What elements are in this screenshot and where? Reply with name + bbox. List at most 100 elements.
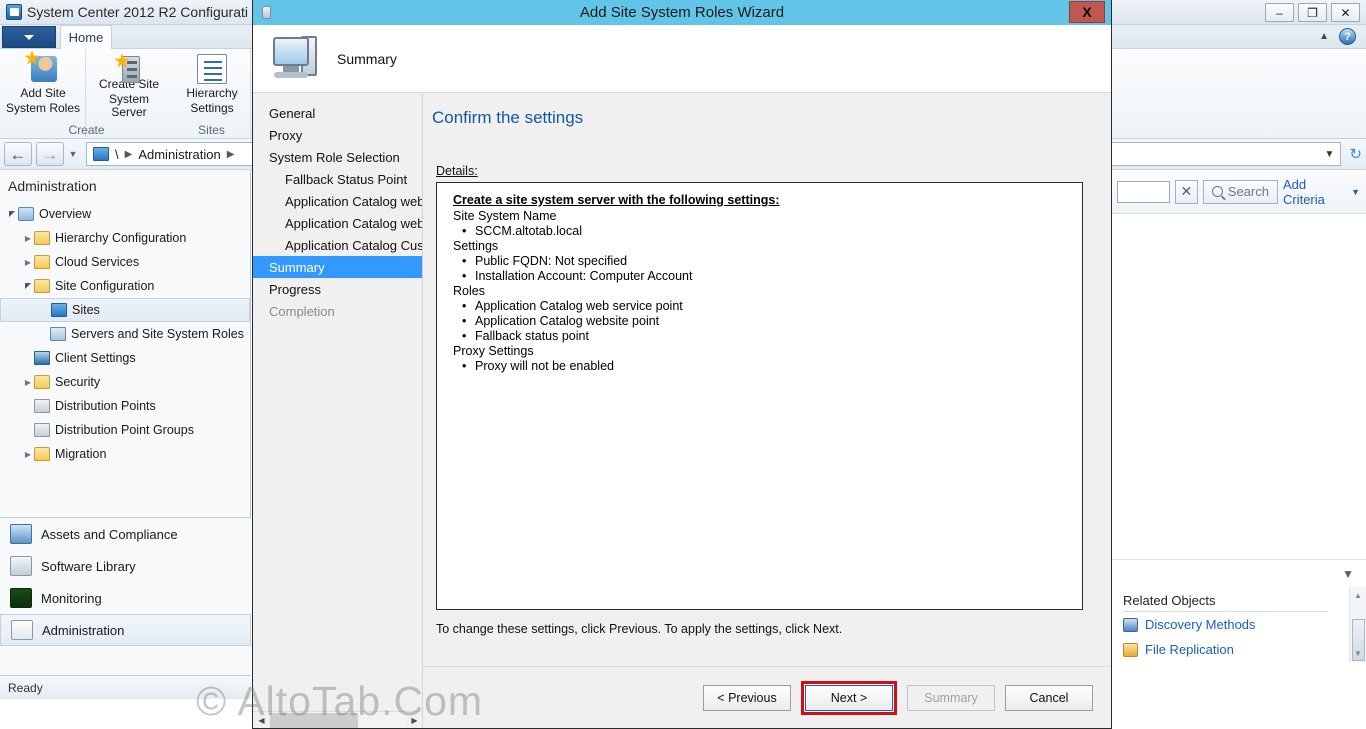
hscroll-thumb[interactable] (270, 713, 358, 728)
tree-item-client-settings[interactable]: Client Settings (0, 346, 250, 370)
workspace-software-library[interactable]: Software Library (0, 550, 251, 582)
ribbon-group-label-create: Create (68, 123, 105, 137)
search-button[interactable]: Search (1202, 179, 1278, 204)
add-site-system-roles-icon (24, 50, 60, 85)
twisty-collapsed-icon[interactable]: ▶ (22, 450, 34, 459)
navigation-pane: Administration ◢ Overview ▶ Hierarchy Confi… (0, 170, 251, 699)
monitoring-icon (10, 588, 32, 608)
twisty-expanded-icon[interactable]: ◢ (6, 210, 18, 219)
close-button[interactable]: ✕ (1331, 3, 1360, 22)
back-button[interactable]: ← (4, 142, 32, 166)
next-button[interactable]: Next > (805, 684, 893, 711)
next-button-label: Next > (830, 690, 868, 705)
details-pane-body (1111, 214, 1366, 559)
wizard-step-application-catalog-webs[interactable]: Application Catalog webs (253, 212, 422, 234)
navigation-tree: ◢ Overview ▶ Hierarchy Configuration ▶ Cloud … (0, 200, 250, 466)
details-bullet-item: Public FQDN: Not specified (453, 254, 1072, 269)
breadcrumb-dropdown-icon[interactable]: ▼ (1325, 149, 1335, 160)
ribbon-collapse-icon[interactable]: ▲ (1319, 31, 1329, 42)
cancel-button-label: Cancel (1029, 690, 1069, 705)
wizard-step-proxy[interactable]: Proxy (253, 124, 422, 146)
wizard-step-label: Application Catalog Cust (285, 237, 423, 253)
window-controls[interactable]: – ❐ ✕ (1265, 3, 1360, 22)
details-textbox[interactable]: Create a site system server with the fol… (436, 182, 1083, 610)
add-site-system-roles-label-2: System Roles (5, 101, 81, 115)
wizard-button-bar: < Previous Next > Summary Cancel (423, 666, 1111, 728)
wizard-close-button[interactable]: X (1069, 1, 1105, 23)
twisty-collapsed-icon[interactable]: ▶ (22, 258, 34, 267)
twisty-expanded-icon[interactable]: ◢ (22, 282, 34, 291)
related-link-discovery-methods[interactable]: Discovery Methods (1123, 612, 1366, 637)
workspace-label: Monitoring (41, 590, 102, 606)
add-criteria-label: Add Criteria (1282, 176, 1325, 207)
clear-search-button[interactable]: ✕ (1175, 179, 1198, 204)
tree-item-label: Security (55, 375, 101, 389)
add-site-system-roles-button[interactable]: Add Site System Roles (4, 50, 82, 119)
wizard-step-summary[interactable]: Summary (253, 256, 422, 278)
refresh-icon[interactable]: ↻ (1345, 145, 1366, 163)
tree-item-overview[interactable]: ◢ Overview (0, 202, 250, 226)
tree-item-label: Site Configuration (55, 279, 155, 293)
details-bullet-item: SCCM.altotab.local (453, 224, 1072, 239)
wizard-step-general[interactable]: General (253, 102, 422, 124)
wizard-step-completion[interactable]: Completion (253, 300, 422, 322)
discovery-methods-icon (1123, 617, 1138, 632)
workspace-monitoring[interactable]: Monitoring (0, 582, 251, 614)
scroll-up-arrow-icon[interactable]: ▲ (1350, 587, 1366, 604)
hierarchy-settings-button[interactable]: Hierarchy Settings (173, 53, 251, 119)
twisty-collapsed-icon[interactable]: ▶ (22, 234, 34, 243)
wizard-step-progress[interactable]: Progress (253, 278, 422, 300)
scroll-right-arrow-icon[interactable]: ▶ (406, 712, 422, 728)
breadcrumb-path[interactable]: Administration (138, 147, 220, 162)
hscroll-track[interactable] (270, 712, 406, 728)
tree-item-site-configuration[interactable]: ◢ Site Configuration (0, 274, 250, 298)
details-pane-collapse-button[interactable]: ▼ (1111, 559, 1366, 587)
workspace-switcher: Assets and Compliance Software Library Mon… (0, 517, 251, 699)
tree-item-servers-and-site-system-roles[interactable]: Servers and Site System Roles (0, 322, 250, 346)
wizard-step-label: General (269, 105, 316, 121)
folder-icon (34, 231, 50, 245)
navigation-pane-title: Administration (8, 178, 97, 194)
related-link-file-replication[interactable]: File Replication (1123, 637, 1366, 662)
tree-item-hierarchy-configuration[interactable]: ▶ Hierarchy Configuration (0, 226, 250, 250)
details-group-name: Roles (453, 284, 485, 298)
minimize-button[interactable]: – (1265, 3, 1294, 22)
wizard-step-application-catalog-web[interactable]: Application Catalog web (253, 190, 422, 212)
twisty-collapsed-icon[interactable]: ▶ (22, 378, 34, 387)
scroll-left-arrow-icon[interactable]: ◀ (253, 712, 270, 728)
client-settings-icon (34, 351, 50, 365)
scroll-down-arrow-icon[interactable]: ▼ (1350, 645, 1366, 662)
tree-item-distribution-points[interactable]: Distribution Points (0, 394, 250, 418)
wizard-step-fallback-status-point[interactable]: Fallback Status Point (253, 168, 422, 190)
tree-item-cloud-services[interactable]: ▶ Cloud Services (0, 250, 250, 274)
create-site-system-server-button[interactable]: Create Site System Server (90, 53, 168, 119)
wizard-step-system-role-selection[interactable]: System Role Selection (253, 146, 422, 168)
wizard-step-list-hscrollbar[interactable]: ◀ ▶ (253, 711, 422, 728)
ribbon-group-create-2: Create Site System Server Create (68, 49, 173, 139)
tree-item-sites[interactable]: Sites (0, 298, 250, 322)
previous-button[interactable]: < Previous (703, 684, 791, 711)
workspace-assets-and-compliance[interactable]: Assets and Compliance (0, 518, 251, 550)
tree-item-distribution-point-groups[interactable]: Distribution Point Groups (0, 418, 250, 442)
summary-button: Summary (907, 684, 995, 711)
tree-item-label: Distribution Points (55, 399, 156, 413)
recent-locations-dropdown[interactable]: ▼ (64, 149, 82, 159)
details-bullet-item: Fallback status point (453, 329, 1072, 344)
tab-home[interactable]: Home (60, 25, 112, 49)
tree-item-security[interactable]: ▶ Security (0, 370, 250, 394)
search-input[interactable] (1117, 180, 1170, 203)
help-icon[interactable]: ? (1339, 28, 1356, 45)
chevron-down-icon: ▼ (1342, 566, 1354, 581)
restore-button[interactable]: ❐ (1298, 3, 1327, 22)
details-pane-scrollbar[interactable]: ▲ ▼ (1349, 587, 1366, 662)
wizard-step-label: Fallback Status Point (285, 171, 408, 187)
wizard-header: Summary (253, 25, 1111, 93)
search-bar: ✕ Search Add Criteria ▼ (1111, 170, 1366, 214)
workspace-administration[interactable]: Administration (0, 614, 251, 646)
forward-button[interactable]: → (36, 142, 64, 166)
add-criteria-button[interactable]: Add Criteria ▼ (1283, 177, 1360, 207)
tree-item-migration[interactable]: ▶ Migration (0, 442, 250, 466)
cancel-button[interactable]: Cancel (1005, 684, 1093, 711)
tab-file-menu[interactable] (2, 26, 56, 48)
wizard-step-application-catalog-cust[interactable]: Application Catalog Cust (253, 234, 422, 256)
